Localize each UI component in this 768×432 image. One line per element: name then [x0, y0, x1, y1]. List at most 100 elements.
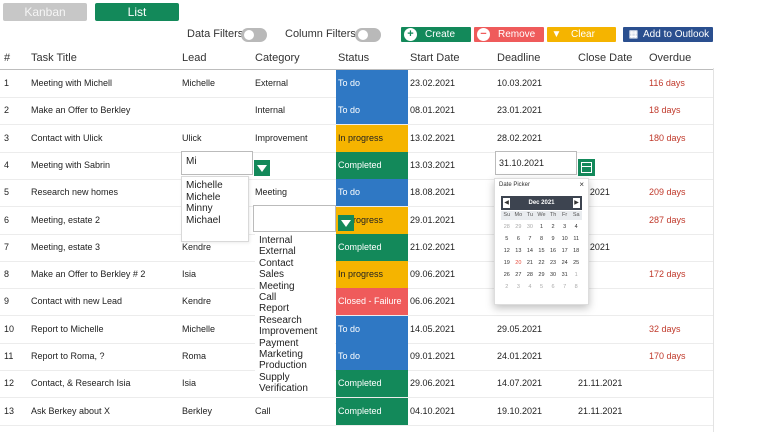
lead-option[interactable]: Michele [186, 192, 244, 204]
table-row[interactable]: 1 Meeting with Michell Michelle External To … [0, 70, 713, 98]
calendar-day[interactable]: 2 [547, 222, 559, 232]
calendar-day[interactable]: 5 [501, 234, 513, 244]
column-header-close-date[interactable]: Close Date [578, 52, 632, 64]
status-cell[interactable]: In progress [336, 124, 408, 152]
status-cell[interactable]: In progress [336, 261, 408, 289]
category-option[interactable]: Contact [259, 258, 331, 269]
category-option[interactable]: Meeting [259, 281, 331, 292]
category-option[interactable]: Call [259, 292, 331, 303]
status-cell[interactable]: To do [336, 179, 408, 207]
status-cell[interactable]: Closed - Failure [336, 288, 408, 316]
column-header-overdue[interactable]: Overdue [649, 52, 691, 64]
table-row[interactable]: 10 Report to Michelle Michelle To do 14.05.2… [0, 315, 713, 344]
calendar-day[interactable]: 29 [536, 270, 548, 280]
category-option[interactable]: Improvement [259, 326, 331, 337]
calendar-day[interactable]: 29 [513, 222, 525, 232]
category-edit-input[interactable] [253, 205, 336, 232]
calendar-day[interactable]: 8 [570, 282, 582, 292]
lead-dropdown-button[interactable] [254, 160, 270, 176]
calendar-day[interactable]: 17 [559, 246, 571, 256]
data-filters-toggle[interactable] [241, 28, 267, 42]
calendar-day[interactable]: 28 [524, 270, 536, 280]
calendar-day[interactable]: 31 [559, 270, 571, 280]
calendar-day[interactable]: 2 [501, 282, 513, 292]
status-cell[interactable]: To do [336, 343, 408, 370]
status-cell[interactable]: To do [336, 97, 408, 125]
calendar-day[interactable]: 11 [570, 234, 582, 244]
column-header-task-title[interactable]: Task Title [31, 52, 77, 64]
calendar-button[interactable] [578, 159, 595, 176]
close-icon[interactable]: × [579, 180, 584, 189]
lead-edit-input[interactable]: Mi [181, 151, 253, 175]
lead-option[interactable]: Michael [186, 215, 244, 227]
calendar-day[interactable]: 5 [536, 282, 548, 292]
calendar-day[interactable]: 1 [536, 222, 548, 232]
calendar-day[interactable]: 3 [513, 282, 525, 292]
category-dropdown-button[interactable] [338, 215, 354, 231]
table-row[interactable]: 6 Meeting, estate 2 In progress 29.01.2021 2… [0, 206, 713, 235]
calendar-day[interactable]: 20 [513, 258, 525, 268]
table-row[interactable]: 11 Report to Roma, ? Roma To do 09.01.2021 24… [0, 343, 713, 371]
category-option[interactable]: External [259, 246, 331, 257]
calendar-day[interactable]: 25 [570, 258, 582, 268]
column-header-start-date[interactable]: Start Date [410, 52, 460, 64]
calendar-day[interactable]: 30 [547, 270, 559, 280]
status-cell[interactable]: To do [336, 315, 408, 343]
calendar-day[interactable]: 8 [536, 234, 548, 244]
lead-option[interactable]: Minny [186, 203, 244, 215]
calendar-day[interactable]: 15 [536, 246, 548, 256]
table-row[interactable]: 8 Make an Offer to Berkley # 2 Isia In prog… [0, 261, 713, 290]
status-cell[interactable]: Completed [336, 233, 408, 261]
calendar-day[interactable]: 30 [524, 222, 536, 232]
column-header-lead[interactable]: Lead [182, 52, 206, 64]
status-cell[interactable]: Completed [336, 370, 408, 398]
calendar-day[interactable]: 14 [524, 246, 536, 256]
column-filters-toggle[interactable] [355, 28, 381, 42]
category-option[interactable]: Research [259, 315, 331, 326]
lead-option[interactable]: Michelle [186, 180, 244, 192]
table-row[interactable]: 3 Contact with Ulick Ulick Improvement In pr… [0, 124, 713, 153]
calendar-day[interactable]: 7 [559, 282, 571, 292]
status-cell[interactable]: To do [336, 70, 408, 97]
calendar-day[interactable]: 10 [559, 234, 571, 244]
calendar-day[interactable]: 16 [547, 246, 559, 256]
table-row[interactable]: 13 Ask Berkey about X Berkley Call Completed… [0, 397, 713, 426]
table-row[interactable]: 7 Meeting, estate 3 Kendre Completed 21.02.2… [0, 233, 713, 262]
category-option[interactable]: Supply [259, 372, 331, 383]
category-option[interactable]: Production [259, 360, 331, 371]
column-header-status[interactable]: Status [338, 52, 369, 64]
column-header-deadline[interactable]: Deadline [497, 52, 540, 64]
calendar-day[interactable]: 24 [559, 258, 571, 268]
category-option[interactable]: Report [259, 303, 331, 314]
calendar-day[interactable]: 6 [513, 234, 525, 244]
table-row[interactable]: 4Meeting with SabrinrnalCompleted13.03.2… [0, 151, 713, 180]
status-cell[interactable]: Completed [336, 151, 408, 179]
category-option[interactable]: Internal [259, 235, 331, 246]
calendar-day[interactable]: 21 [524, 258, 536, 268]
calendar-day[interactable]: 28 [501, 222, 513, 232]
category-option[interactable]: Sales [259, 269, 331, 280]
date-picker-month[interactable]: Dec 2021 [501, 196, 582, 210]
create-button[interactable]: + Create [401, 27, 471, 42]
status-cell[interactable]: Completed [336, 397, 408, 425]
calendar-day[interactable]: 9 [547, 234, 559, 244]
calendar-day[interactable]: 18 [570, 246, 582, 256]
calendar-day[interactable]: 1 [570, 270, 582, 280]
kanban-view-button[interactable]: Kanban [3, 3, 87, 21]
column-header-category[interactable]: Category [255, 52, 300, 64]
category-option[interactable]: Payment [259, 338, 331, 349]
calendar-day[interactable]: 4 [524, 282, 536, 292]
clear-button[interactable]: ▼ Clear [547, 27, 616, 42]
calendar-day[interactable]: 22 [536, 258, 548, 268]
table-row[interactable]: 9 Contact with new Lead Kendre Closed - Fai… [0, 288, 713, 317]
calendar-day[interactable]: 4 [570, 222, 582, 232]
add-to-outlook-button[interactable]: ▦ Add to Outlook [623, 27, 713, 42]
calendar-day[interactable]: 26 [501, 270, 513, 280]
category-option[interactable]: Verification [259, 383, 331, 394]
calendar-day[interactable]: 23 [547, 258, 559, 268]
list-view-button[interactable]: List [95, 3, 179, 21]
table-row[interactable]: 5 Research new homes Meeting To do 18.08.202… [0, 179, 713, 208]
calendar-day[interactable]: 3 [559, 222, 571, 232]
next-month-button[interactable]: ▶ [573, 198, 580, 208]
remove-button[interactable]: − Remove [474, 27, 544, 42]
